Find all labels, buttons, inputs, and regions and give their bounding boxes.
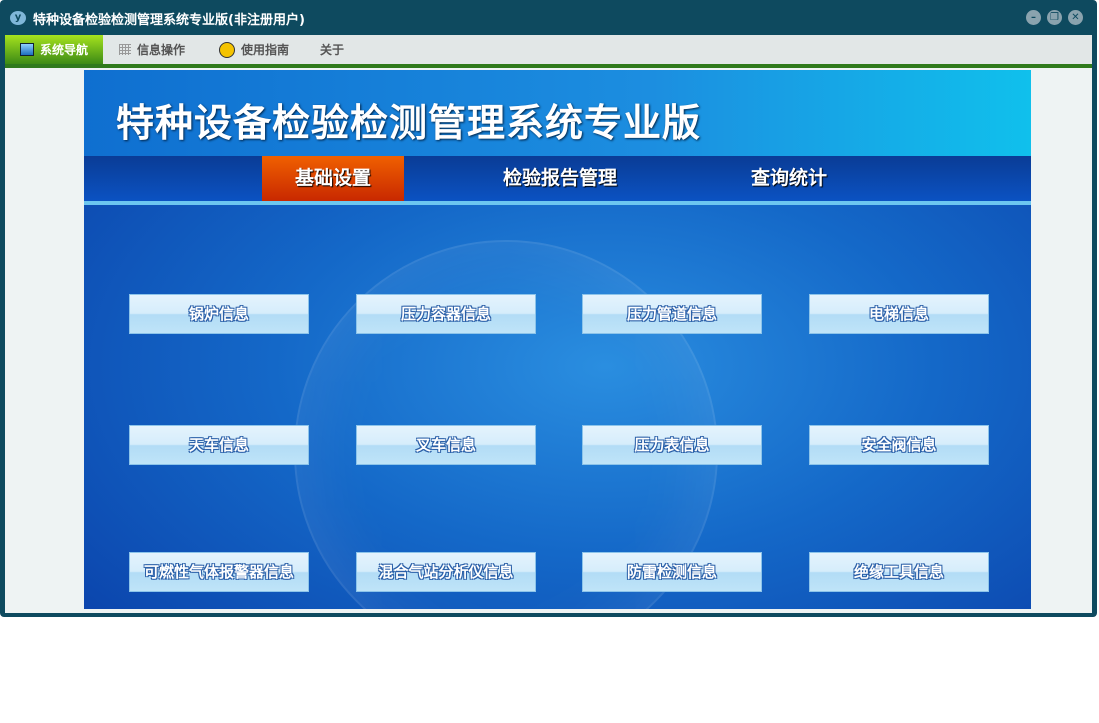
banner-title: 特种设备检验检测管理系统专业版: [116, 101, 702, 145]
banner-header: 特种设备检验检测管理系统专业版: [84, 70, 1031, 156]
tab-bar: 基础设置 检验报告管理 查询统计: [84, 156, 1031, 205]
grid-icon: [119, 44, 131, 55]
tab-query-stats[interactable]: 查询统计: [724, 156, 854, 201]
tab-report-management[interactable]: 检验报告管理: [480, 156, 640, 201]
info-button[interactable]: 混合气站分析仪信息: [356, 552, 536, 592]
close-icon[interactable]: ✕: [1068, 10, 1083, 25]
help-icon: [219, 41, 235, 58]
main-panel: 特种设备检验检测管理系统专业版 基础设置 检验报告管理 查询统计 锅炉信息 压力容…: [84, 70, 1031, 609]
info-button[interactable]: 压力容器信息: [356, 294, 536, 334]
info-button[interactable]: 安全阀信息: [809, 425, 989, 465]
info-button[interactable]: 可燃性气体报警器信息: [129, 552, 309, 592]
info-button[interactable]: 压力表信息: [582, 425, 762, 465]
menu-about[interactable]: 关于: [320, 35, 344, 64]
info-button[interactable]: 防雷检测信息: [582, 552, 762, 592]
info-button[interactable]: 绝缘工具信息: [809, 552, 989, 592]
title-bar: y 特种设备检验检测管理系统专业版(非注册用户): [10, 9, 305, 28]
menu-bar: 系统导航 信息操作 使用指南 关于: [5, 35, 1092, 68]
app-window: y 特种设备检验检测管理系统专业版(非注册用户) – ❐ ✕ 系统导航 信息操作…: [0, 0, 1097, 617]
info-button[interactable]: 电梯信息: [809, 294, 989, 334]
menu-info-ops[interactable]: 信息操作: [119, 35, 185, 64]
restore-icon[interactable]: ❐: [1047, 10, 1062, 25]
menu-guide[interactable]: 使用指南: [219, 35, 289, 64]
minimize-icon[interactable]: –: [1026, 10, 1041, 25]
info-button[interactable]: 天车信息: [129, 425, 309, 465]
info-button[interactable]: 锅炉信息: [129, 294, 309, 334]
info-button[interactable]: 压力管道信息: [582, 294, 762, 334]
menu-system-nav[interactable]: 系统导航: [5, 35, 103, 64]
app-logo-icon: y: [10, 11, 26, 25]
tab-basic-settings[interactable]: 基础设置: [262, 156, 404, 201]
window-title: 特种设备检验检测管理系统专业版(非注册用户): [33, 12, 305, 28]
info-button[interactable]: 叉车信息: [356, 425, 536, 465]
monitor-icon: [19, 43, 34, 56]
